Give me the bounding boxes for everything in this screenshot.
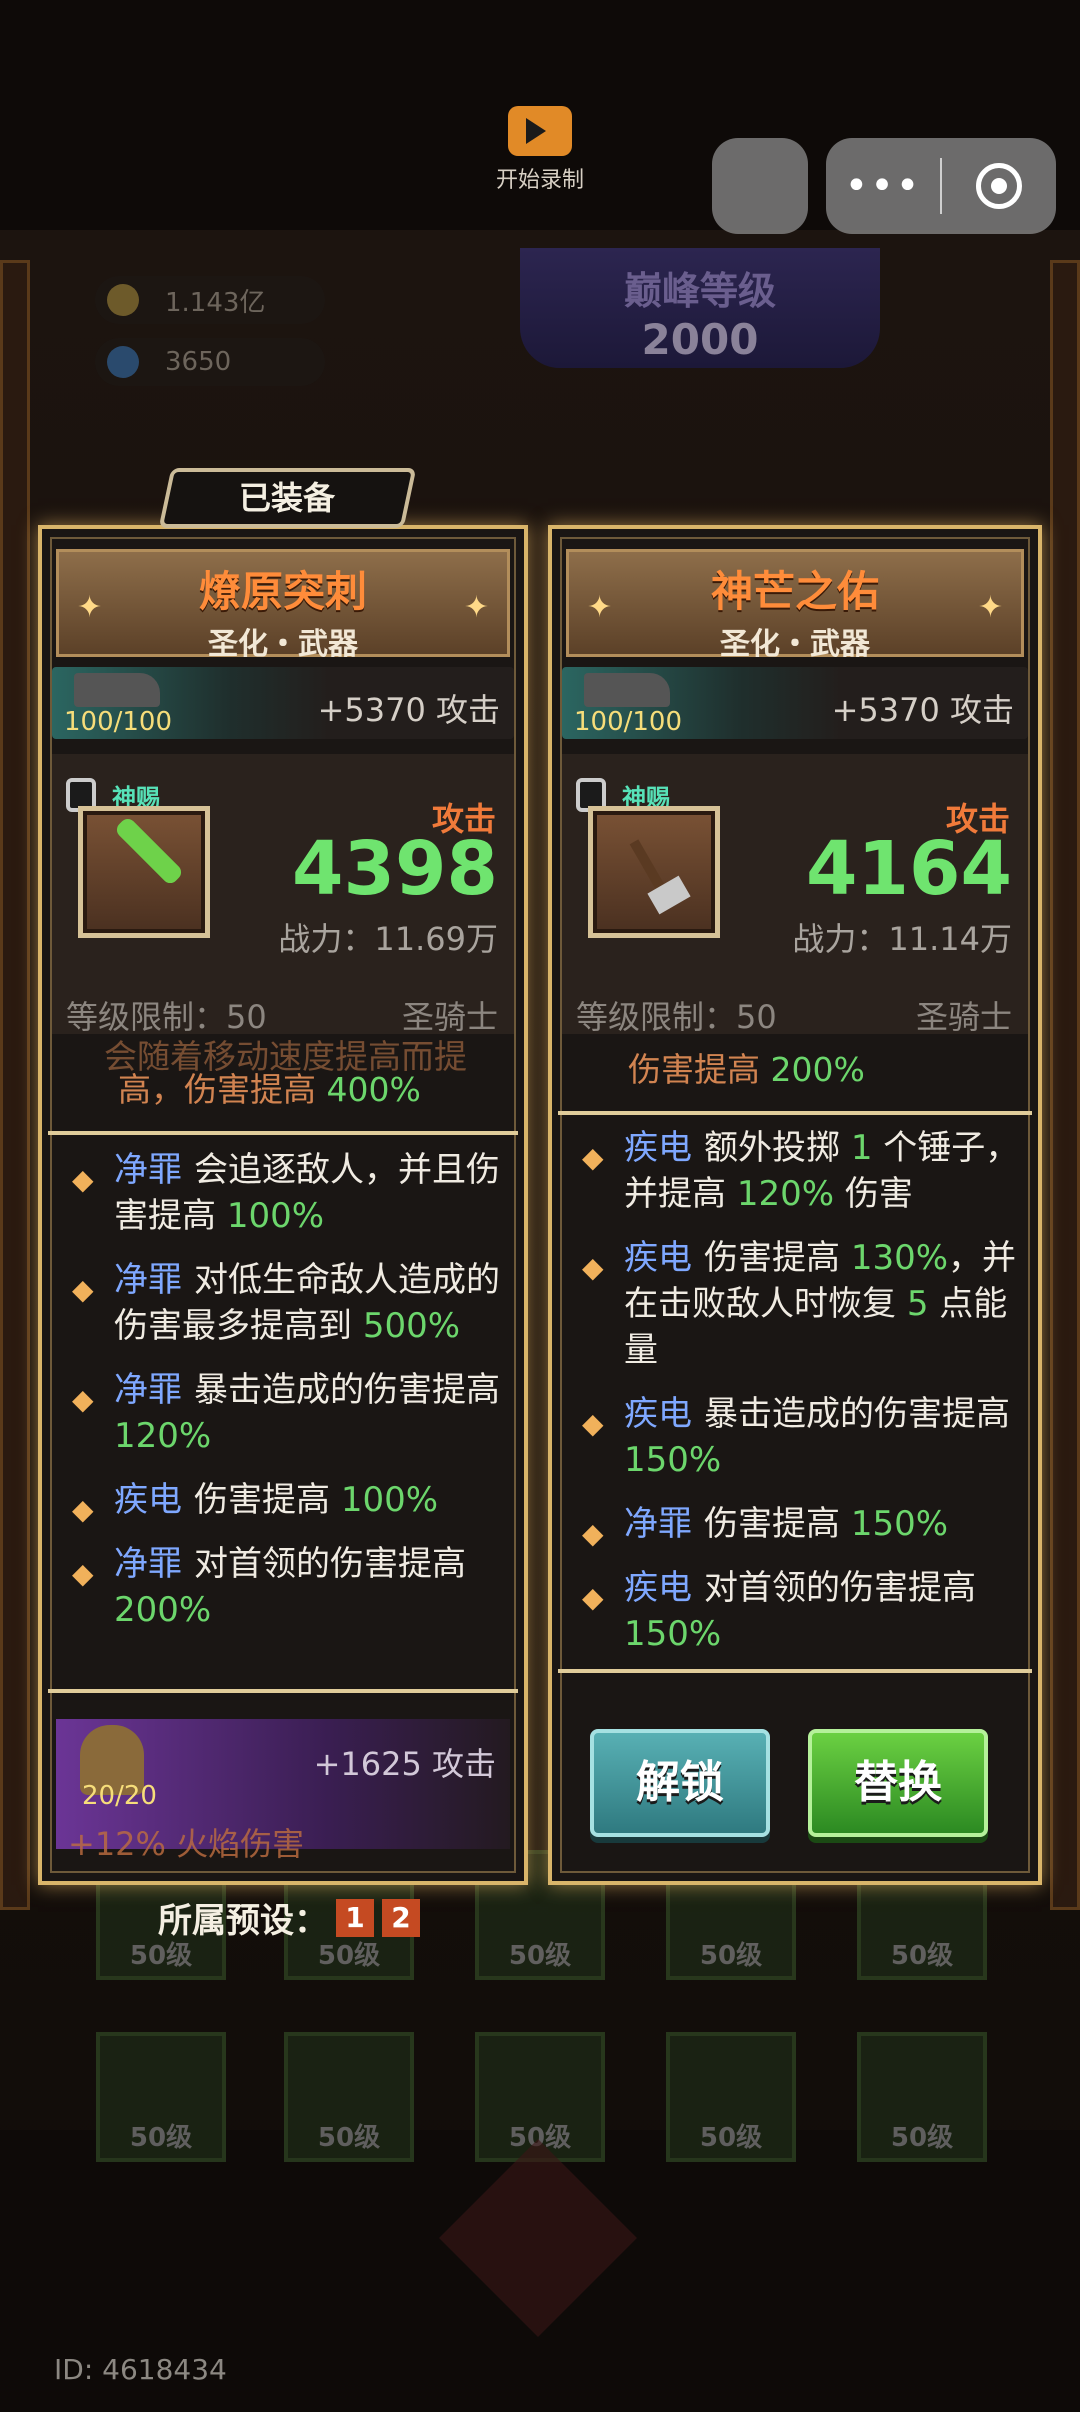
anvil-icon	[74, 673, 160, 707]
item-stats-panel: 神赐 攻击 4164 战力：11.14万 等级限制：50 圣骑士	[562, 754, 1028, 1036]
star-icon: ✦	[587, 590, 613, 625]
attack-value: 4398	[292, 826, 498, 912]
item-type: 圣化・武器	[720, 627, 870, 662]
record-button[interactable]: 开始录制	[470, 106, 610, 194]
item-name: 神芒之佑	[710, 567, 879, 616]
item-title-box: ✦ ✦ 燎原突刺 圣化・武器	[56, 549, 510, 662]
preset-row: 所属预设： 1 2	[158, 1893, 420, 1942]
diamond-icon: ◆	[72, 1163, 94, 1196]
right-pillar	[1050, 260, 1080, 1910]
star-icon: ✦	[977, 590, 1003, 625]
mini-program-home-button[interactable]	[712, 138, 808, 234]
diamond-icon: ◆	[72, 1493, 94, 1526]
close-mini-program-icon[interactable]	[942, 163, 1056, 209]
trait-item: ◆ 净罪 对首领的伤害提高 200%	[72, 1544, 466, 1630]
forge-bar: 100/100 +5370 攻击	[562, 667, 1028, 739]
gem-counter: 3650	[95, 338, 325, 386]
unlock-button[interactable]: 解锁	[590, 1729, 770, 1837]
anvil-icon	[584, 673, 670, 707]
trait-list: ◆ 净罪 会追逐敌人，并且伤害提高 100% ◆ 净罪 对低生命敌人造成的伤害最多提高到…	[64, 1147, 510, 1651]
replace-button[interactable]: 替换	[808, 1729, 988, 1837]
trait-item: ◆ 净罪 会追逐敌人，并且伤害提高 100%	[72, 1150, 500, 1236]
diamond-icon: ◆	[72, 1557, 94, 1590]
player-id: ID: 4618434	[54, 2353, 227, 2386]
equipment-slot[interactable]: 50级	[96, 2032, 226, 2162]
trait-item: ◆ 疾电 伤害提高 130%，并在击败敌人时恢复 5 点能量	[582, 1238, 1017, 1370]
mini-program-capsule: •••	[826, 138, 1056, 234]
peak-level: 2000	[641, 315, 759, 364]
left-pillar	[0, 260, 30, 1910]
compare-item-card: ✦ ✦ 神芒之佑 圣化・武器 100/100 +5370 攻击 神赐 攻击 41…	[548, 525, 1042, 1885]
trait-item: ◆ 疾电 对首领的伤害提高 150%	[582, 1568, 976, 1654]
bonus-bar: 20/20 +1625 攻击 +12% 火焰伤害	[56, 1719, 510, 1863]
equipment-slot[interactable]: 50级	[666, 2032, 796, 2162]
star-icon: ✦	[77, 590, 103, 625]
more-menu-icon[interactable]: •••	[826, 163, 940, 209]
equipped-item-card: ✦ ✦ 燎原突刺 圣化・武器 100/100 +5370 攻击 神赐 攻击 43…	[38, 525, 528, 1885]
trait-list: ◆ 疾电 额外投掷 1 个锤子，并提高 120% 伤害 ◆ 疾电 伤害提高 130%，并…	[574, 1125, 1024, 1675]
peak-level-banner: 巅峰等级 2000	[520, 248, 880, 368]
preset-badge[interactable]: 1	[336, 1898, 374, 1937]
peak-title: 巅峰等级	[623, 269, 776, 313]
item-name: 燎原突刺	[198, 567, 367, 616]
gem-icon	[107, 346, 139, 378]
diamond-icon: ◆	[72, 1273, 94, 1306]
preset-badge[interactable]: 2	[382, 1898, 420, 1937]
diamond-icon: ◆	[582, 1517, 604, 1550]
star-icon: ✦	[463, 590, 489, 625]
equipment-slot[interactable]: 50级	[284, 2032, 414, 2162]
forge-bar: 100/100 +5370 攻击	[52, 667, 514, 739]
trait-item: ◆ 疾电 暴击造成的伤害提高 150%	[582, 1394, 1010, 1480]
trait-item: ◆ 净罪 暴击造成的伤害提高 120%	[72, 1370, 500, 1456]
item-stats-panel: 神赐 攻击 4398 战力：11.69万 等级限制：50 圣骑士	[52, 754, 514, 1036]
trait-item: ◆ 净罪 伤害提高 150%	[574, 1501, 1024, 1550]
trait-item: ◆ 疾电 伤害提高 100%	[64, 1477, 510, 1526]
diamond-icon: ◆	[582, 1251, 604, 1284]
trait-item: ◆ 净罪 对低生命敌人造成的伤害最多提高到 500%	[72, 1260, 500, 1346]
attack-value: 4164	[806, 826, 1012, 912]
diamond-icon: ◆	[582, 1581, 604, 1614]
equipped-tag: 已装备	[158, 468, 417, 528]
item-type: 圣化・武器	[208, 627, 358, 662]
trait-item: ◆ 疾电 额外投掷 1 个锤子，并提高 120% 伤害	[582, 1128, 1020, 1214]
diamond-icon: ◆	[582, 1407, 604, 1440]
spear-item-icon	[78, 806, 210, 938]
diamond-icon: ◆	[72, 1383, 94, 1416]
diamond-icon: ◆	[582, 1141, 604, 1174]
close-x-icon[interactable]	[439, 2139, 637, 2337]
coin-icon	[107, 284, 139, 316]
hammer-item-icon	[588, 806, 720, 938]
camera-icon	[508, 106, 572, 156]
coin-counter: 1.143亿	[95, 276, 325, 324]
equipment-slot[interactable]: 50级	[857, 2032, 987, 2162]
item-title-box: ✦ ✦ 神芒之佑 圣化・武器	[566, 549, 1024, 662]
